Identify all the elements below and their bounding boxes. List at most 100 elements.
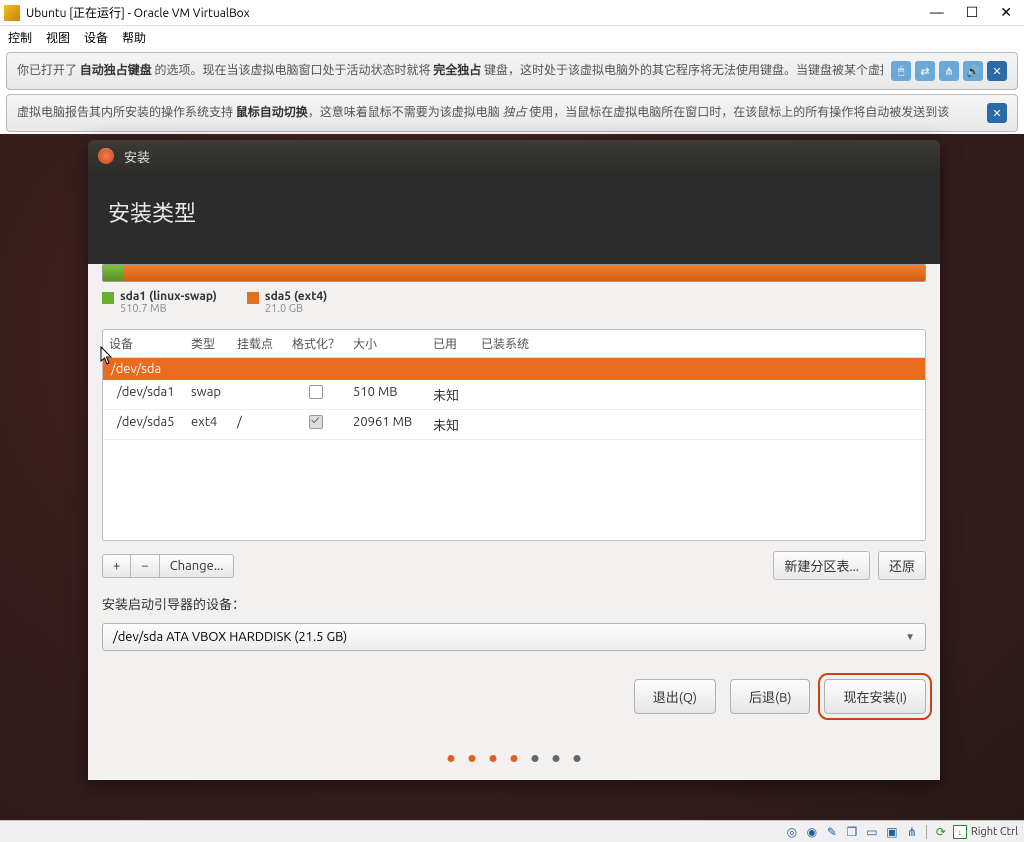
host-key-indicator: ↓ Right Ctrl (953, 825, 1018, 839)
host-key-label: Right Ctrl (971, 826, 1018, 838)
revert-button[interactable]: 还原 (878, 551, 926, 580)
legend-label: sda5 (ext4) (265, 290, 327, 303)
col-mount: 挂载点 (231, 330, 285, 357)
notification-mouse: 虚拟电脑报告其内所安装的操作系统支持 鼠标自动切换，这意味着鼠标不需要为该虚拟电… (6, 94, 1018, 132)
legend-item-swap: sda1 (linux-swap) 510.7 MB (102, 290, 217, 315)
legend-size: 21.0 GB (265, 303, 327, 315)
notification-text: 虚拟电脑报告其内所安装的操作系统支持 鼠标自动切换，这意味着鼠标不需要为该虚拟电… (17, 104, 979, 122)
table-row[interactable]: /dev/sda1 swap 510 MB 未知 (103, 380, 925, 410)
table-group-row[interactable]: /dev/sda (103, 358, 925, 380)
maximize-button[interactable]: ☐ (966, 4, 979, 21)
table-row[interactable]: /dev/sda5 ext4 / 20961 MB 未知 (103, 410, 925, 440)
notification-keyboard: 你已打开了 自动独占键盘 的选项。现在当该虚拟电脑窗口处于活动状态时就将 完全独… (6, 52, 1018, 90)
disk-segment-swap (103, 265, 123, 281)
vbox-window-title: Ubuntu [正在运行] - Oracle VM VirtualBox (26, 4, 250, 21)
network-status-icon[interactable]: ⋔ (904, 824, 920, 840)
remove-partition-button[interactable]: − (131, 554, 159, 578)
cell-type: swap (185, 380, 231, 409)
partition-toolbar: + − Change... 新建分区表... 还原 (88, 541, 940, 590)
usb-icon[interactable]: ✎ (824, 824, 840, 840)
bootloader-select[interactable]: /dev/sda ATA VBOX HARDDISK (21.5 GB) ▼ (102, 623, 926, 651)
dot (532, 755, 539, 762)
vbox-app-icon (4, 5, 20, 21)
vbox-titlebar: Ubuntu [正在运行] - Oracle VM VirtualBox ― ☐… (0, 0, 1024, 26)
notification-text: 你已打开了 自动独占键盘 的选项。现在当该虚拟电脑窗口处于活动状态时就将 完全独… (17, 62, 883, 80)
minimize-button[interactable]: ― (930, 4, 944, 21)
quit-button[interactable]: 退出(Q) (634, 679, 716, 714)
installer-title: 安装 (124, 147, 150, 166)
vbox-menubar: 控制 视图 设备 帮助 (0, 26, 1024, 48)
window-controls: ― ☐ ✕ (930, 4, 1020, 21)
disk-segment-ext4 (123, 265, 925, 281)
cell-used: 未知 (427, 410, 475, 439)
legend-label: sda1 (linux-swap) (120, 290, 217, 303)
cell-device: /dev/sda5 (103, 410, 185, 439)
partition-table[interactable]: 设备 类型 挂载点 格式化？ 大小 已用 已装系统 /dev/sda /dev/… (102, 329, 926, 541)
close-button[interactable]: ✕ (1000, 4, 1012, 21)
cell-size: 20961 MB (347, 410, 427, 439)
cell-mount: / (231, 410, 285, 439)
progress-dots (448, 755, 581, 762)
dot (490, 755, 497, 762)
install-now-button[interactable]: 现在安装(I) (824, 679, 926, 714)
mouse-status-icon: 🖱 (891, 61, 911, 81)
dot (574, 755, 581, 762)
change-partition-button[interactable]: Change... (160, 554, 235, 578)
chevron-down-icon: ▼ (905, 631, 915, 643)
dot (469, 755, 476, 762)
format-checkbox[interactable] (309, 385, 323, 399)
col-device: 设备 (103, 330, 185, 357)
cell-used: 未知 (427, 380, 475, 409)
cell-size: 510 MB (347, 380, 427, 409)
col-used: 已用 (427, 330, 475, 357)
installer-heading: 安装类型 (88, 172, 940, 264)
ubuntu-desktop: 安装 安装类型 sda1 (linux-swap) 510.7 MB (0, 134, 1024, 820)
legend-size: 510.7 MB (120, 303, 217, 315)
cell-system (475, 410, 925, 439)
bootloader-label: 安装启动引导器的设备： (88, 590, 940, 617)
hdd-icon[interactable]: ◎ (784, 824, 800, 840)
dot (511, 755, 518, 762)
col-format: 格式化？ (285, 330, 347, 357)
menu-control[interactable]: 控制 (8, 29, 32, 46)
installer-window: 安装 安装类型 sda1 (linux-swap) 510.7 MB (88, 140, 940, 780)
host-key-icon: ↓ (953, 825, 967, 839)
notification-close-icon[interactable]: ✕ (987, 103, 1007, 123)
add-partition-button[interactable]: + (102, 554, 131, 578)
nav-buttons: 退出(Q) 后退(B) 现在安装(I) (88, 651, 940, 714)
cell-format[interactable] (285, 380, 347, 409)
mouse-integration-icon[interactable]: ⟳ (933, 824, 949, 840)
legend-swatch-ext4 (247, 292, 259, 304)
col-size: 大小 (347, 330, 427, 357)
back-button[interactable]: 后退(B) (730, 679, 810, 714)
cell-type: ext4 (185, 410, 231, 439)
network-icon: ⋔ (939, 61, 959, 81)
dot (448, 755, 455, 762)
optical-icon[interactable]: ◉ (804, 824, 820, 840)
installer-close-button[interactable] (98, 148, 114, 164)
cell-format[interactable] (285, 410, 347, 439)
col-system: 已装系统 (475, 330, 925, 357)
cell-system (475, 380, 925, 409)
format-checkbox[interactable] (309, 415, 323, 429)
installer-titlebar[interactable]: 安装 (88, 140, 940, 172)
table-blank-area (103, 440, 925, 540)
shared-folder-icon[interactable]: ❐ (844, 824, 860, 840)
legend-item-ext4: sda5 (ext4) 21.0 GB (247, 290, 327, 315)
share-icon: ⇄ (915, 61, 935, 81)
menu-devices[interactable]: 设备 (84, 29, 108, 46)
disk-usage-bar (102, 264, 926, 282)
dot (553, 755, 560, 762)
cell-device: /dev/sda1 (103, 380, 185, 409)
notification-area: 你已打开了 自动独占键盘 的选项。现在当该虚拟电脑窗口处于活动状态时就将 完全独… (0, 48, 1024, 140)
disk-legend: sda1 (linux-swap) 510.7 MB sda5 (ext4) 2… (88, 282, 940, 329)
display-icon[interactable]: ▭ (864, 824, 880, 840)
installer-body: sda1 (linux-swap) 510.7 MB sda5 (ext4) 2… (88, 264, 940, 780)
notification-close-icon[interactable]: ✕ (987, 61, 1007, 81)
new-partition-table-button[interactable]: 新建分区表... (773, 551, 870, 580)
menu-view[interactable]: 视图 (46, 29, 70, 46)
menu-help[interactable]: 帮助 (122, 29, 146, 46)
video-capture-icon[interactable]: ▣ (884, 824, 900, 840)
audio-icon: 🔊 (963, 61, 983, 81)
vbox-statusbar: ◎ ◉ ✎ ❐ ▭ ▣ ⋔ ⟳ ↓ Right Ctrl (0, 820, 1024, 842)
